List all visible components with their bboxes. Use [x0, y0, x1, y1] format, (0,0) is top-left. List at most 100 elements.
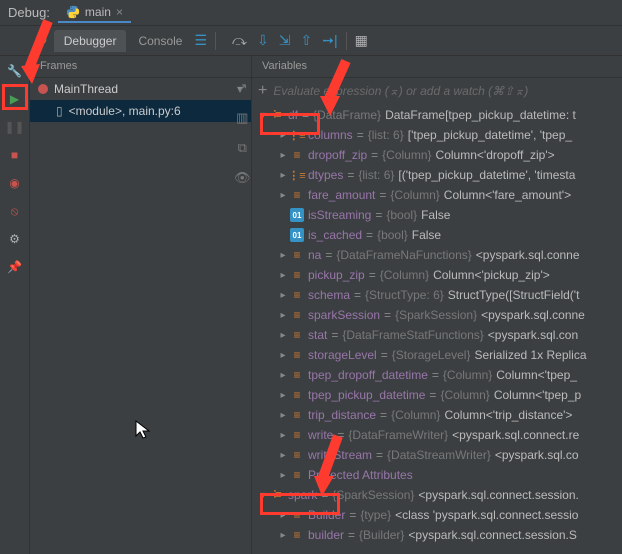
equals: = [376, 448, 383, 462]
var-value: StructType([StructField('t [448, 288, 580, 302]
var-columns[interactable]: columns = {list: 6} ['tpep_pickup_dateti… [252, 125, 622, 145]
chevron-right-icon[interactable] [276, 510, 290, 521]
var-storagelevel[interactable]: storageLevel = {StorageLevel} Serialized… [252, 345, 622, 365]
equals: = [366, 228, 373, 242]
run-to-cursor-icon[interactable]: ➙| [322, 32, 337, 49]
var-fare-amount[interactable]: fare_amount = {Column} Column<'fare_amou… [252, 185, 622, 205]
tab-debugger[interactable]: Debugger [54, 30, 127, 52]
pin-icon[interactable]: 📌 [6, 258, 24, 276]
view-breakpoints-icon[interactable]: ◉ [6, 174, 24, 192]
navigate-icon[interactable]: ↗ [237, 80, 248, 96]
var-is-cached[interactable]: is_cached = {bool} False [252, 225, 622, 245]
debug-controls: 🔧 ▶ ❚❚ ■ ◉ ⦸ ⚙ 📌 [0, 56, 30, 554]
var-type: {type} [360, 508, 391, 522]
var-writestream[interactable]: writeStream = {DataStreamWriter} <pyspar… [252, 445, 622, 465]
var-isstreaming[interactable]: isStreaming = {bool} False [252, 205, 622, 225]
stop-button[interactable]: ■ [6, 146, 24, 164]
stack-frame[interactable]: ▯ <module>, main.py:6 [30, 100, 251, 122]
chevron-down-icon[interactable] [256, 490, 270, 501]
var-spark[interactable]: spark = {SparkSession} <pyspark.sql.conn… [252, 485, 622, 505]
var-builder[interactable]: builder = {Builder} <pyspark.sql.connect… [252, 525, 622, 545]
var-dtypes[interactable]: dtypes = {list: 6} [('tpep_pickup_dateti… [252, 165, 622, 185]
chevron-right-icon[interactable] [276, 410, 290, 421]
settings-icon[interactable]: ⚙ [6, 230, 24, 248]
rerun-icon[interactable]: ↻ [36, 32, 48, 49]
chevron-right-icon[interactable] [276, 290, 290, 301]
var-name: write [308, 428, 333, 442]
var-type: {Column} [391, 408, 440, 422]
equals: = [349, 508, 356, 522]
debug-tabbar: ↻ Debugger Console ☰ ⤼ ⇩ ⇲ ⇧ ➙| ▦ [0, 26, 622, 56]
var-stat[interactable]: stat = {DataFrameStatFunctions} <pyspark… [252, 325, 622, 345]
var-name: Protected Attributes [308, 468, 413, 482]
var-sparksession[interactable]: sparkSession = {SparkSession} <pyspark.s… [252, 305, 622, 325]
step-into-icon[interactable]: ⇩ [257, 32, 269, 49]
mute-breakpoints-icon[interactable]: ⦸ [6, 202, 24, 220]
var-tpep-dropoff-datetime[interactable]: tpep_dropoff_datetime = {Column} Column<… [252, 365, 622, 385]
thread-mode-icon[interactable]: ☰ [194, 32, 207, 49]
chevron-right-icon[interactable] [276, 350, 290, 361]
equals: = [369, 268, 376, 282]
chevron-down-icon[interactable] [256, 110, 270, 121]
variables-tree[interactable]: df = {DataFrame} DataFrame[tpep_pickup_d… [252, 105, 622, 554]
var-value: False [412, 228, 441, 242]
thread-selector[interactable]: MainThread ▾ [30, 78, 251, 100]
var-tpep-pickup-datetime[interactable]: tpep_pickup_datetime = {Column} Column<'… [252, 385, 622, 405]
resume-button[interactable]: ▶ [6, 90, 24, 108]
var-trip-distance[interactable]: trip_distance = {Column} Column<'trip_di… [252, 405, 622, 425]
tab-console[interactable]: Console [128, 30, 192, 52]
close-icon[interactable]: × [116, 5, 123, 19]
var-na[interactable]: na = {DataFrameNaFunctions} <pyspark.sql… [252, 245, 622, 265]
chevron-right-icon[interactable] [276, 470, 290, 481]
var-type: {DataFrameStatFunctions} [342, 328, 483, 342]
var-schema[interactable]: schema = {StructType: 6} StructType([Str… [252, 285, 622, 305]
chevron-right-icon[interactable] [276, 310, 290, 321]
add-watch-icon[interactable]: + [258, 82, 267, 100]
copy-icon[interactable]: ⧉ [238, 140, 247, 156]
chevron-right-icon[interactable] [276, 250, 290, 261]
chevron-right-icon[interactable] [276, 530, 290, 541]
var-value: Column<'pickup_zip'> [433, 268, 550, 282]
var-builder[interactable]: Builder = {type} <class 'pyspark.sql.con… [252, 505, 622, 525]
chevron-right-icon[interactable] [276, 390, 290, 401]
step-out-icon[interactable]: ⇧ [300, 32, 312, 49]
var-write[interactable]: write = {DataFrameWriter} <pyspark.sql.c… [252, 425, 622, 445]
separator [215, 32, 216, 50]
filter-icon[interactable]: ▥ [236, 110, 248, 126]
field-icon [290, 288, 304, 302]
evaluate-expression-row[interactable]: + Evaluate expression (⌅) or add a watch… [252, 78, 622, 105]
var-name: storageLevel [308, 348, 377, 362]
var-type: {bool} [377, 228, 408, 242]
wrench-icon[interactable]: 🔧 [6, 62, 24, 80]
var-name: sparkSession [308, 308, 380, 322]
var-dropoff-zip[interactable]: dropoff_zip = {Column} Column<'dropoff_z… [252, 145, 622, 165]
evaluate-icon[interactable]: ▦ [355, 32, 368, 49]
debug-title: Debug: [8, 5, 50, 20]
pause-button[interactable]: ❚❚ [6, 118, 24, 136]
var-df[interactable]: df = {DataFrame} DataFrame[tpep_pickup_d… [252, 105, 622, 125]
step-over-icon[interactable]: ⤼ [232, 32, 247, 49]
bool-icon [290, 228, 304, 242]
step-into-my-icon[interactable]: ⇲ [279, 32, 291, 49]
var-value: Column<'dropoff_zip'> [436, 148, 555, 162]
chevron-right-icon[interactable] [276, 450, 290, 461]
var-name: trip_distance [308, 408, 376, 422]
chevron-right-icon[interactable] [276, 270, 290, 281]
chevron-right-icon[interactable] [276, 330, 290, 341]
chevron-right-icon[interactable] [276, 150, 290, 161]
debug-file-tab[interactable]: main × [58, 3, 131, 23]
var-value: <pyspark.sql.connect.session.S [408, 528, 576, 542]
var-protected-attributes[interactable]: Protected Attributes [252, 465, 622, 485]
field-icon [290, 468, 304, 482]
field-icon [290, 348, 304, 362]
field-icon [290, 508, 304, 522]
chevron-right-icon[interactable] [276, 370, 290, 381]
watch-icon[interactable]: 👁 [234, 170, 251, 186]
chevron-right-icon[interactable] [276, 430, 290, 441]
step-toolbar: ⤼ ⇩ ⇲ ⇧ ➙| [232, 32, 338, 49]
chevron-right-icon[interactable] [276, 190, 290, 201]
var-pickup-zip[interactable]: pickup_zip = {Column} Column<'pickup_zip… [252, 265, 622, 285]
equals: = [321, 488, 328, 502]
field-icon [290, 388, 304, 402]
var-name: df [288, 108, 298, 122]
